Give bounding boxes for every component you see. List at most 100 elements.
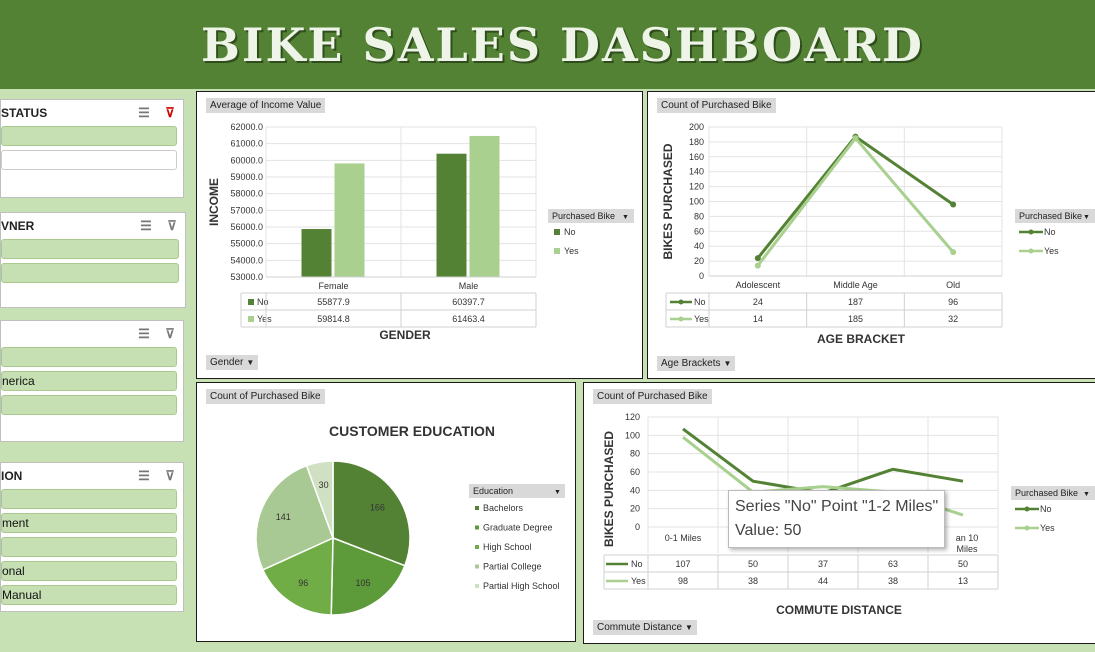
pie-data-label: 166 xyxy=(370,503,385,513)
income-bar-chart: 53000.0 54000.0 55000.0 56000.0 57000.0 58000… xyxy=(207,122,634,342)
dropdown-icon: ▼ xyxy=(622,214,629,221)
dropdown-icon: ▼ xyxy=(554,489,561,496)
y-tick-label: 120 xyxy=(689,182,704,192)
income-chart-panel[interactable]: Average of Income Value Gender ▼ 53000.0 5… xyxy=(196,91,643,379)
y-tick-label: 0 xyxy=(635,522,640,532)
slicer-item[interactable] xyxy=(1,489,177,509)
y-tick-label: 54000.0 xyxy=(230,255,263,265)
slicer-item[interactable] xyxy=(1,263,179,283)
legend-marker xyxy=(1024,525,1030,531)
slicer-item[interactable] xyxy=(1,537,177,557)
table-series-label: No xyxy=(694,297,706,307)
x-tick-label: Middle Age xyxy=(833,280,878,290)
pie-data-label: 141 xyxy=(276,512,291,522)
y-tick-label: 59000.0 xyxy=(230,172,263,182)
legend-label: Graduate Degree xyxy=(483,523,553,533)
table-key-swatch xyxy=(248,316,254,322)
point-yes-1 xyxy=(852,135,859,142)
tooltip-value-line: Value: 50 xyxy=(735,522,802,539)
line-series-no xyxy=(756,134,955,260)
slicer-item[interactable] xyxy=(1,347,177,367)
clear-filter-icon[interactable]: ⊽ xyxy=(159,218,185,234)
x-tick-label: Female xyxy=(318,281,348,291)
clear-filter-icon[interactable]: ⊽ xyxy=(157,326,183,342)
table-cell: 60397.7 xyxy=(452,297,485,307)
legend-label: Yes xyxy=(1044,246,1059,256)
y-tick-label: 55000.0 xyxy=(230,239,263,249)
point-yes-2 xyxy=(950,249,957,256)
legend-label: No xyxy=(564,227,576,237)
slicer-title: ION xyxy=(1,469,23,483)
multi-select-icon[interactable]: ☰ xyxy=(133,218,159,234)
slicer-item[interactable] xyxy=(1,126,177,146)
slicer-item[interactable] xyxy=(1,150,177,170)
point-no-0 xyxy=(754,255,761,262)
y-tick-label: 58000.0 xyxy=(230,189,263,199)
dashboard-title: BIKE SALES DASHBOARD xyxy=(201,17,924,72)
table-series-label: No xyxy=(257,297,269,307)
slicer-item[interactable]: ment xyxy=(1,513,177,533)
legend-swatch xyxy=(475,545,479,549)
slicer-item[interactable] xyxy=(1,395,177,415)
y-tick-label: 80 xyxy=(630,449,640,459)
legend-label: No xyxy=(1044,227,1056,237)
table-cell: 50 xyxy=(748,559,758,569)
commute-chart-panel[interactable]: Count of Purchased Bike Commute Distance… xyxy=(583,382,1095,644)
slicer-region[interactable]: ☰ ⊽ nerica xyxy=(0,320,184,442)
dashboard-banner: BIKE SALES DASHBOARD xyxy=(0,0,1095,89)
chart-title: CUSTOMER EDUCATION xyxy=(329,423,495,439)
slicer-item[interactable] xyxy=(1,239,179,259)
clear-filter-icon[interactable]: ⊽ xyxy=(157,468,183,484)
legend-title: Purchased Bike xyxy=(1015,488,1078,498)
y-tick-label: 140 xyxy=(689,167,704,177)
table-cell: 14 xyxy=(753,314,763,324)
legend-swatch xyxy=(475,584,479,588)
education-chart-panel[interactable]: Count of Purchased Bike CUSTOMER EDUCATI… xyxy=(196,382,576,642)
slicer-title: VNER xyxy=(1,219,35,233)
slicer-occupation[interactable]: ION ☰ ⊽ ment onal Manual xyxy=(0,462,184,612)
legend-swatch xyxy=(554,229,560,235)
slicer-item[interactable]: onal xyxy=(1,561,177,581)
x-axis-title: AGE BRACKET xyxy=(817,332,906,346)
legend-label: Partial High School xyxy=(483,581,560,591)
dropdown-icon: ▼ xyxy=(1083,214,1090,221)
legend-label: High School xyxy=(483,542,532,552)
x-axis-title: GENDER xyxy=(379,328,431,342)
bar-no-female xyxy=(301,229,332,277)
table-key-swatch xyxy=(248,299,254,305)
education-pie-chart: CUSTOMER EDUCATION 166 105 96 141 30 Education… xyxy=(255,423,565,616)
point-yes-0 xyxy=(754,262,761,269)
table-cell: 185 xyxy=(848,314,863,324)
bar-no-male xyxy=(436,153,467,277)
age-line-chart: 0 20 40 60 80 100 120 140 160 180 200 Adolescent Mid… xyxy=(661,122,1095,346)
table-series-label: Yes xyxy=(257,314,272,324)
table-cell: 55877.9 xyxy=(317,297,350,307)
slicer-home-owner[interactable]: VNER ☰ ⊽ xyxy=(0,212,186,308)
y-tick-label: 60 xyxy=(694,226,704,236)
table-cell: 63 xyxy=(888,559,898,569)
legend-marker xyxy=(1024,506,1030,512)
x-axis-title: COMMUTE DISTANCE xyxy=(776,603,902,617)
table-cell: 24 xyxy=(753,297,763,307)
legend-title: Purchased Bike xyxy=(1019,211,1082,221)
y-axis-title: INCOME xyxy=(207,178,221,226)
slicer-title: STATUS xyxy=(1,106,48,120)
multi-select-icon[interactable]: ☰ xyxy=(131,326,157,342)
dropdown-icon: ▼ xyxy=(1083,491,1090,498)
y-tick-label: 200 xyxy=(689,122,704,132)
multi-select-icon[interactable]: ☰ xyxy=(131,468,157,484)
multi-select-icon[interactable]: ☰ xyxy=(131,105,157,121)
age-chart-panel[interactable]: Count of Purchased Bike Age Brackets ▼ 02… xyxy=(647,91,1095,379)
legend-swatch xyxy=(475,506,479,510)
legend-swatch xyxy=(475,564,479,569)
clear-filter-icon[interactable]: ⊽ xyxy=(157,105,183,121)
slicer-item[interactable]: Manual xyxy=(1,585,177,605)
y-tick-label: 40 xyxy=(694,241,704,251)
legend-title: Purchased Bike xyxy=(552,211,615,221)
bar-yes-male xyxy=(469,135,500,277)
y-tick-label: 20 xyxy=(630,504,640,514)
slicer-item[interactable]: nerica xyxy=(1,371,177,391)
slicer-marital-status[interactable]: STATUS ☰ ⊽ xyxy=(0,99,184,198)
table-cell: 38 xyxy=(748,576,758,586)
bar-yes-female xyxy=(334,163,365,277)
